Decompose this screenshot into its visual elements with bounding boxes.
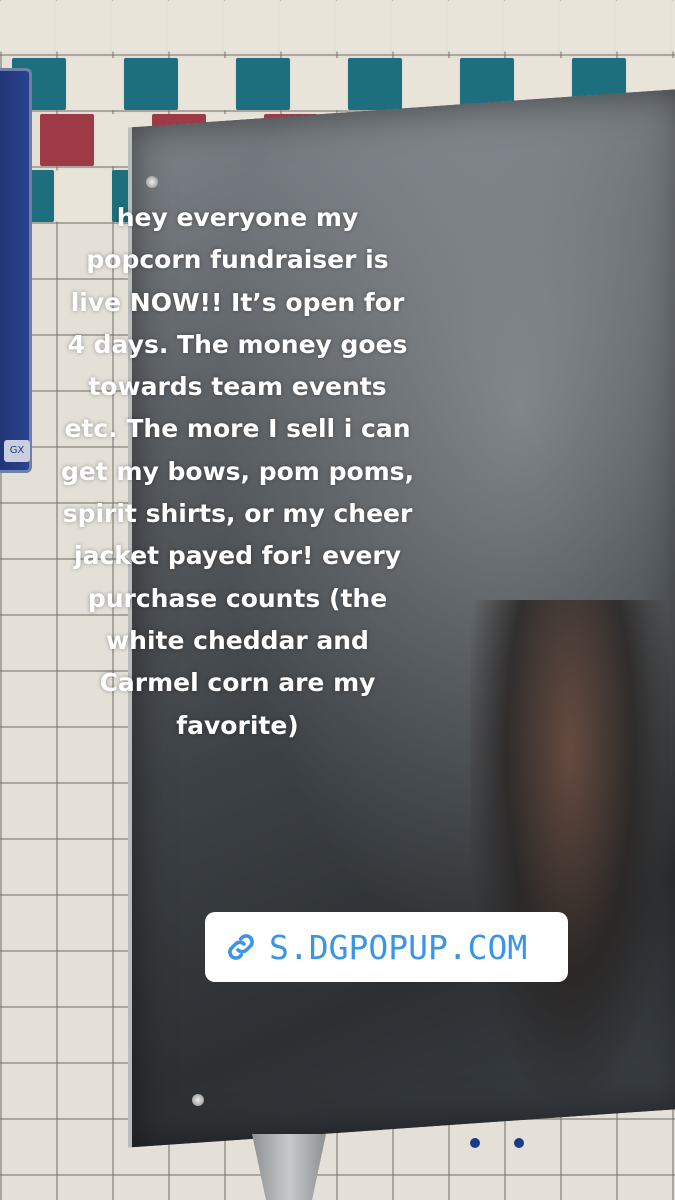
panel-label-sticker: GX xyxy=(4,440,30,462)
caption-line: etc. The more I sell i can xyxy=(64,414,411,444)
link-url-text[interactable]: S.DGPOPUP.COM xyxy=(269,928,527,967)
mirror-screw xyxy=(146,176,158,188)
wall-dot xyxy=(470,1138,480,1148)
caption-line: white cheddar and xyxy=(106,625,369,655)
caption-line: Carmel corn are my xyxy=(99,668,376,698)
mirror-screw xyxy=(192,1094,204,1106)
caption-line: popcorn fundraiser is xyxy=(86,245,389,275)
link-icon xyxy=(228,934,254,960)
wall-dot xyxy=(514,1138,524,1148)
caption-line: hey everyone my xyxy=(116,203,359,232)
caption-line: favorite) xyxy=(176,710,299,740)
blue-wall-panel xyxy=(0,68,32,473)
story-caption-text: hey everyone my popcorn fundraiser is li… xyxy=(30,197,445,747)
caption-line: live NOW!! It’s open for xyxy=(70,287,405,317)
caption-line: spirit shirts, or my cheer xyxy=(62,499,413,529)
caption-line: jacket payed for! every xyxy=(74,541,401,571)
caption-line: towards team events xyxy=(88,372,387,402)
mirror-reflection-person xyxy=(470,600,670,1100)
caption-line: get my bows, pom poms, xyxy=(60,456,415,486)
link-sticker[interactable]: S.DGPOPUP.COM xyxy=(205,912,568,982)
caption-line: purchase counts (the xyxy=(87,583,388,613)
story-screen: GX hey everyone my popcorn fundraiser is… xyxy=(0,0,675,1200)
tile-row-top xyxy=(0,0,675,52)
caption-line: 4 days. The money goes xyxy=(67,329,408,359)
